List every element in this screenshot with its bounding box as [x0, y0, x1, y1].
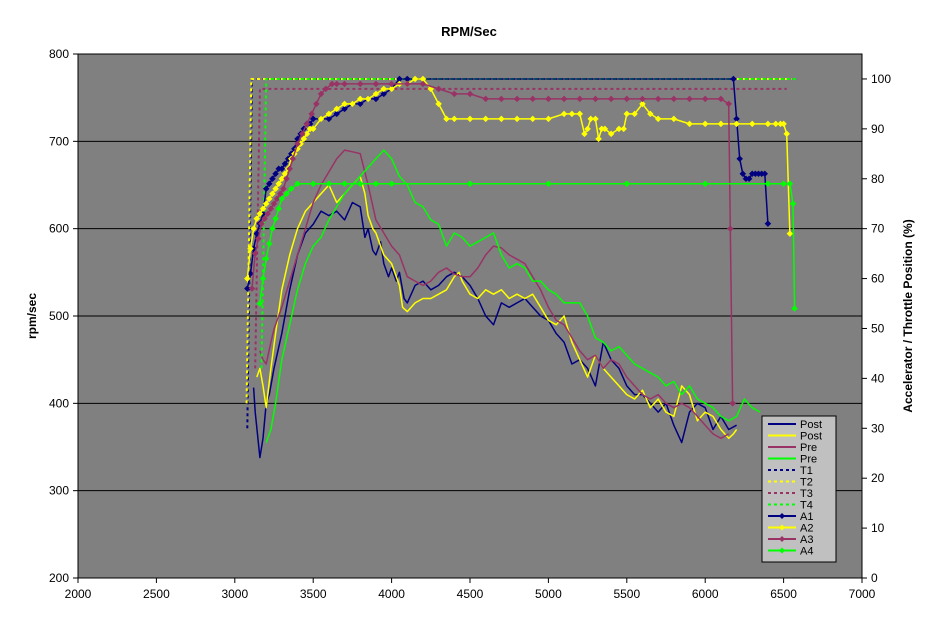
legend-box — [761, 415, 837, 563]
x-tick-label: 6000 — [692, 587, 719, 601]
y-tick-label: 200 — [49, 571, 69, 585]
x-tick-label: 3000 — [221, 587, 248, 601]
y2-tick-label: 70 — [871, 222, 885, 236]
y-tick-label: 800 — [49, 47, 69, 61]
y-tick-label: 300 — [49, 484, 69, 498]
legend: PostPostPrePreT1T2T3T4A1A2A3A4 — [761, 415, 837, 563]
y2-tick-label: 80 — [871, 172, 885, 186]
chart-title: RPM/Sec — [441, 24, 497, 39]
legend-label: A2 — [800, 523, 813, 535]
y2-tick-label: 40 — [871, 371, 885, 385]
x-tick-label: 2500 — [143, 587, 170, 601]
x-tick-label: 7000 — [849, 587, 876, 601]
x-tick-label: 6500 — [770, 587, 797, 601]
legend-label: T1 — [800, 465, 813, 477]
legend-label: T3 — [800, 488, 813, 500]
y-tick-label: 700 — [49, 134, 69, 148]
y-tick-label: 600 — [49, 222, 69, 236]
y-tick-label: 500 — [49, 309, 69, 323]
y-axis-title: rpm/sec — [25, 293, 39, 339]
chart: RPM/Sec 2000 2500 3000 3500 4000 4500 5000 5500… — [0, 0, 938, 624]
y-tick-label: 400 — [49, 396, 69, 410]
y2-tick-label: 20 — [871, 471, 885, 485]
y2-tick-label: 60 — [871, 272, 885, 286]
legend-label: A1 — [800, 511, 813, 523]
y2-tick-label: 30 — [871, 421, 885, 435]
y2-tick-label: 50 — [871, 321, 885, 335]
legend-label: Pre — [800, 442, 817, 454]
x-tick-label: 4000 — [378, 587, 405, 601]
legend-label: A3 — [800, 534, 813, 546]
x-tick-label: 3500 — [300, 587, 327, 601]
y2-tick-label: 100 — [871, 72, 891, 86]
y2-axis-title: Accelerator / Throttle Position (%) — [901, 219, 915, 412]
x-tick-label: 5500 — [613, 587, 640, 601]
x-tick-label: 5000 — [535, 587, 562, 601]
legend-label: T2 — [800, 477, 813, 489]
legend-label: Post — [800, 419, 822, 431]
y2-tick-label: 0 — [871, 571, 878, 585]
legend-label: T4 — [800, 500, 813, 512]
legend-label: Post — [800, 431, 822, 443]
legend-label: Pre — [800, 454, 817, 466]
legend-label: A4 — [800, 546, 813, 558]
x-tick-label: 4500 — [457, 587, 484, 601]
y2-tick-label: 90 — [871, 122, 885, 136]
y2-tick-label: 10 — [871, 521, 885, 535]
x-tick-label: 2000 — [65, 587, 92, 601]
